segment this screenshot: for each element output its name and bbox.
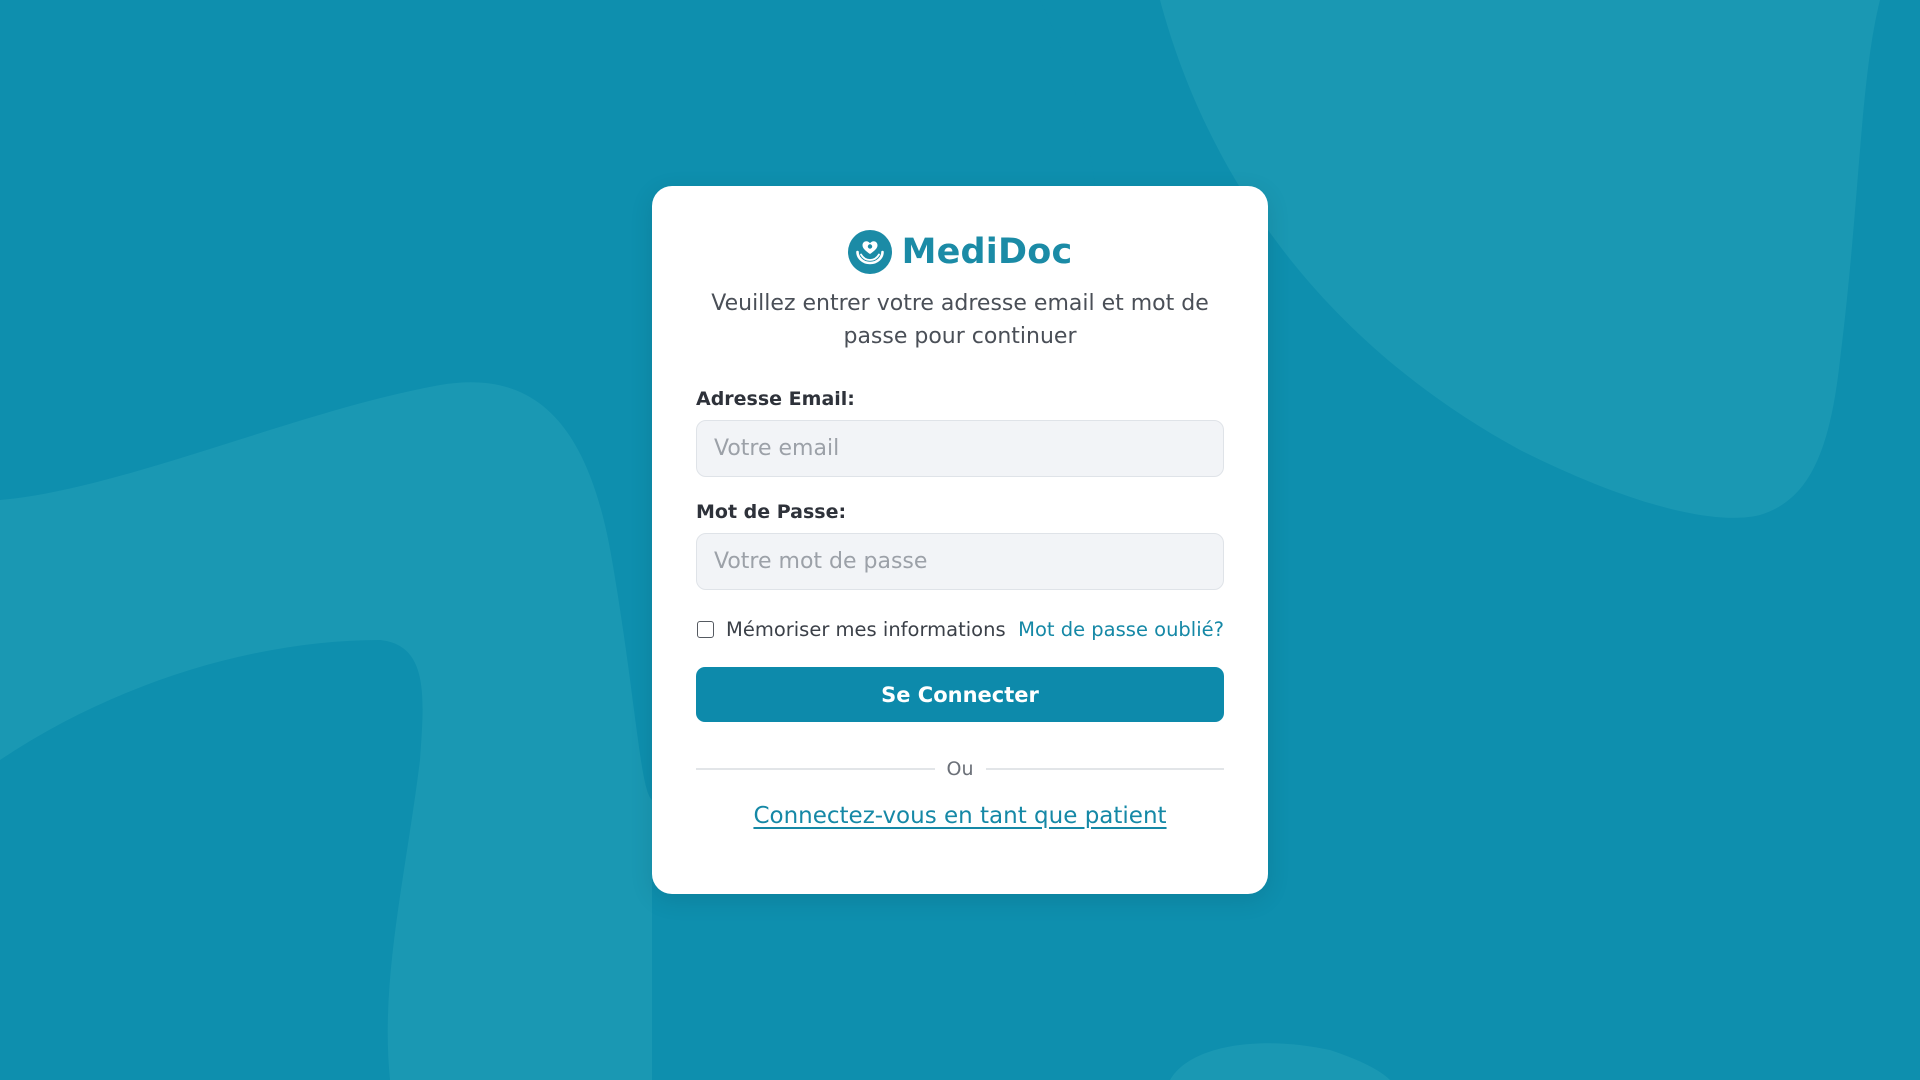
patient-login-link[interactable]: Connectez-vous en tant que patient bbox=[753, 803, 1166, 829]
remember-me-checkbox[interactable] bbox=[697, 620, 714, 638]
background-blob-top-right bbox=[1160, 0, 1880, 518]
remember-me-label[interactable]: Mémoriser mes informations bbox=[726, 618, 1006, 641]
or-divider: Ou bbox=[696, 757, 1224, 781]
email-input[interactable] bbox=[696, 420, 1224, 477]
divider-line-right bbox=[985, 768, 1224, 770]
heart-in-hands-icon bbox=[847, 230, 892, 274]
login-options-row: Mémoriser mes informations Mot de passe … bbox=[696, 614, 1224, 644]
forgot-password-link[interactable]: Mot de passe oublié? bbox=[1018, 618, 1224, 641]
login-subtitle: Veuillez entrer votre adresse email et m… bbox=[711, 291, 1209, 349]
password-input[interactable] bbox=[696, 533, 1224, 590]
login-card: MediDoc Veuillez entrer votre adresse em… bbox=[652, 186, 1268, 894]
brand-header: MediDoc bbox=[696, 229, 1224, 275]
email-label: Adresse Email: bbox=[696, 388, 855, 410]
patient-login-container: Connectez-vous en tant que patient bbox=[696, 803, 1224, 829]
divider-label: Ou bbox=[946, 758, 974, 780]
password-label: Mot de Passe: bbox=[696, 501, 847, 523]
brand-name: MediDoc bbox=[901, 232, 1073, 272]
login-button[interactable]: Se Connecter bbox=[696, 667, 1224, 722]
background-blob-bottom-right bbox=[1170, 1043, 1390, 1080]
divider-line-left bbox=[696, 768, 935, 770]
remember-me[interactable]: Mémoriser mes informations bbox=[696, 618, 1006, 641]
